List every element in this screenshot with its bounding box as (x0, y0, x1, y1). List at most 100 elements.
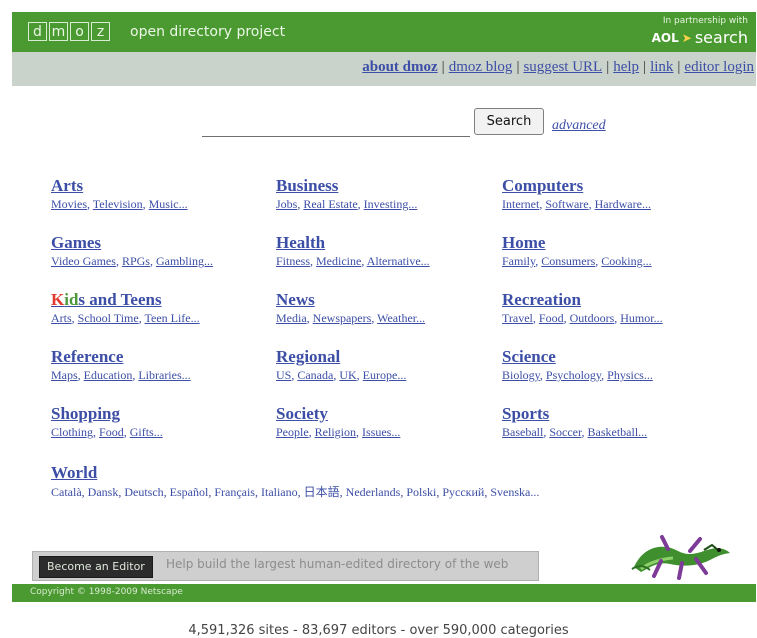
subcategory-link[interactable]: People (276, 425, 309, 439)
subcategory-link[interactable]: Video Games (51, 254, 116, 268)
category-regional: Regional US, Canada, UK, Europe... (276, 347, 496, 383)
subcategory-link[interactable]: Jobs (276, 197, 297, 211)
nav-separator: | (606, 59, 610, 75)
subcategory-link[interactable]: Hardware... (595, 197, 651, 211)
world-language-link[interactable]: 日本語 (304, 485, 340, 499)
world-language-link[interactable]: Italiano (261, 485, 298, 499)
subcategory-link[interactable]: Television (93, 197, 143, 211)
link-link[interactable]: link (650, 59, 673, 75)
subcategory-link[interactable]: Libraries... (138, 368, 190, 382)
subcategory-link[interactable]: Internet (502, 197, 539, 211)
become-editor-button[interactable]: Become an Editor (39, 556, 153, 578)
subcategory-link[interactable]: Fitness (276, 254, 310, 268)
category-title-regional[interactable]: Regional (276, 347, 496, 367)
subcategory-link[interactable]: Religion (315, 425, 356, 439)
about-link[interactable]: about dmoz (362, 59, 437, 75)
world-language-link[interactable]: Dansk (88, 485, 119, 499)
category-title-shopping[interactable]: Shopping (51, 404, 271, 424)
subcategory-link[interactable]: Biology (502, 368, 540, 382)
category-title-games[interactable]: Games (51, 233, 271, 253)
subcategory-link[interactable]: Software (545, 197, 588, 211)
blog-link[interactable]: dmoz blog (449, 59, 513, 75)
world-language-link[interactable]: Français (214, 485, 255, 499)
subcategory-link[interactable]: RPGs (122, 254, 150, 268)
subcategory-link[interactable]: Basketball... (588, 425, 648, 439)
subcategory-links: Arts, School Time, Teen Life... (51, 311, 200, 325)
subcategory-link[interactable]: Outdoors (570, 311, 615, 325)
subcategory-link[interactable]: UK (339, 368, 356, 382)
subcategory-link[interactable]: Food (99, 425, 124, 439)
category-news: News Media, Newspapers, Weather... (276, 290, 496, 326)
subcategory-link[interactable]: Education (84, 368, 133, 382)
subcategory-link[interactable]: Europe... (363, 368, 407, 382)
subcategory-link[interactable]: Family (502, 254, 535, 268)
suggest-url-link[interactable]: suggest URL (523, 59, 602, 75)
subcategory-link[interactable]: Newspapers (313, 311, 372, 325)
nav-separator: | (643, 59, 647, 75)
category-title-society[interactable]: Society (276, 404, 496, 424)
subcategory-link[interactable]: Physics... (607, 368, 653, 382)
subcategory-link[interactable]: Arts (51, 311, 72, 325)
subcategory-link[interactable]: Maps (51, 368, 78, 382)
category-title-kids-and-teens[interactable]: Kids and Teens (51, 290, 271, 310)
nav-separator: | (516, 59, 520, 75)
subcategory-link[interactable]: Alternative... (367, 254, 430, 268)
category-title-science[interactable]: Science (502, 347, 722, 367)
search-button[interactable]: Search (474, 108, 544, 135)
world-language-link[interactable]: Nederlands (346, 485, 401, 499)
category-title-business[interactable]: Business (276, 176, 496, 196)
subcategory-link[interactable]: Teen Life... (145, 311, 200, 325)
subcategory-link[interactable]: Soccer (549, 425, 581, 439)
subcategory-link[interactable]: Consumers (541, 254, 595, 268)
search-input[interactable] (202, 114, 470, 137)
subcategory-links: Internet, Software, Hardware... (502, 197, 651, 211)
category-computers: Computers Internet, Software, Hardware... (502, 176, 722, 212)
help-link[interactable]: help (613, 59, 639, 75)
category-title-news[interactable]: News (276, 290, 496, 310)
world-language-link[interactable]: Polski (406, 485, 436, 499)
nav-separator: | (677, 59, 681, 75)
subcategory-link[interactable]: Clothing (51, 425, 93, 439)
advanced-search-link[interactable]: advanced (552, 118, 606, 134)
subcategory-link[interactable]: Weather... (377, 311, 425, 325)
subcategory-link[interactable]: Issues... (362, 425, 400, 439)
world-language-link[interactable]: Русский (442, 485, 484, 499)
category-title-home[interactable]: Home (502, 233, 722, 253)
subcategory-link[interactable]: Investing... (364, 197, 418, 211)
category-title-arts[interactable]: Arts (51, 176, 271, 196)
subcategory-link[interactable]: US (276, 368, 291, 382)
subcategory-link[interactable]: Cooking... (601, 254, 651, 268)
subcategory-link[interactable]: Canada (297, 368, 333, 382)
subcategory-link[interactable]: Food (539, 311, 564, 325)
subcategory-link[interactable]: Media (276, 311, 307, 325)
editor-login-link[interactable]: editor login (684, 59, 754, 75)
subcategory-link[interactable]: Humor... (620, 311, 662, 325)
category-title-sports[interactable]: Sports (502, 404, 722, 424)
category-title-health[interactable]: Health (276, 233, 496, 253)
category-title-computers[interactable]: Computers (502, 176, 722, 196)
category-title-world[interactable]: World (51, 463, 751, 483)
world-language-link[interactable]: Svenska... (490, 485, 539, 499)
world-language-link[interactable]: Català (51, 485, 82, 499)
subcategory-link[interactable]: Gambling... (156, 254, 213, 268)
subcategory-link[interactable]: Travel (502, 311, 533, 325)
subcategory-link[interactable]: Psychology (546, 368, 601, 382)
aol-search-logo[interactable]: AOL ➤ search (652, 28, 748, 47)
category-sports: Sports Baseball, Soccer, Basketball... (502, 404, 722, 440)
subcategory-links: People, Religion, Issues... (276, 425, 401, 439)
subcategory-link[interactable]: Gifts... (130, 425, 163, 439)
become-editor-banner: Become an Editor Help build the largest … (32, 551, 539, 581)
category-title-recreation[interactable]: Recreation (502, 290, 722, 310)
subcategory-link[interactable]: Medicine (316, 254, 361, 268)
dmoz-logo[interactable]: d m o z (28, 22, 110, 41)
world-language-link[interactable]: Deutsch (124, 485, 163, 499)
world-language-link[interactable]: Español (170, 485, 209, 499)
subcategory-link[interactable]: Real Estate (303, 197, 357, 211)
subcategory-link[interactable]: Movies (51, 197, 87, 211)
subcategory-link[interactable]: School Time (78, 311, 139, 325)
subcategory-link[interactable]: Music... (149, 197, 188, 211)
copyright-text: Copyright © 1998-2009 Netscape (30, 587, 183, 597)
nav-links: about dmoz | dmoz blog | suggest URL | help | li… (362, 59, 754, 76)
category-title-reference[interactable]: Reference (51, 347, 271, 367)
subcategory-link[interactable]: Baseball (502, 425, 543, 439)
